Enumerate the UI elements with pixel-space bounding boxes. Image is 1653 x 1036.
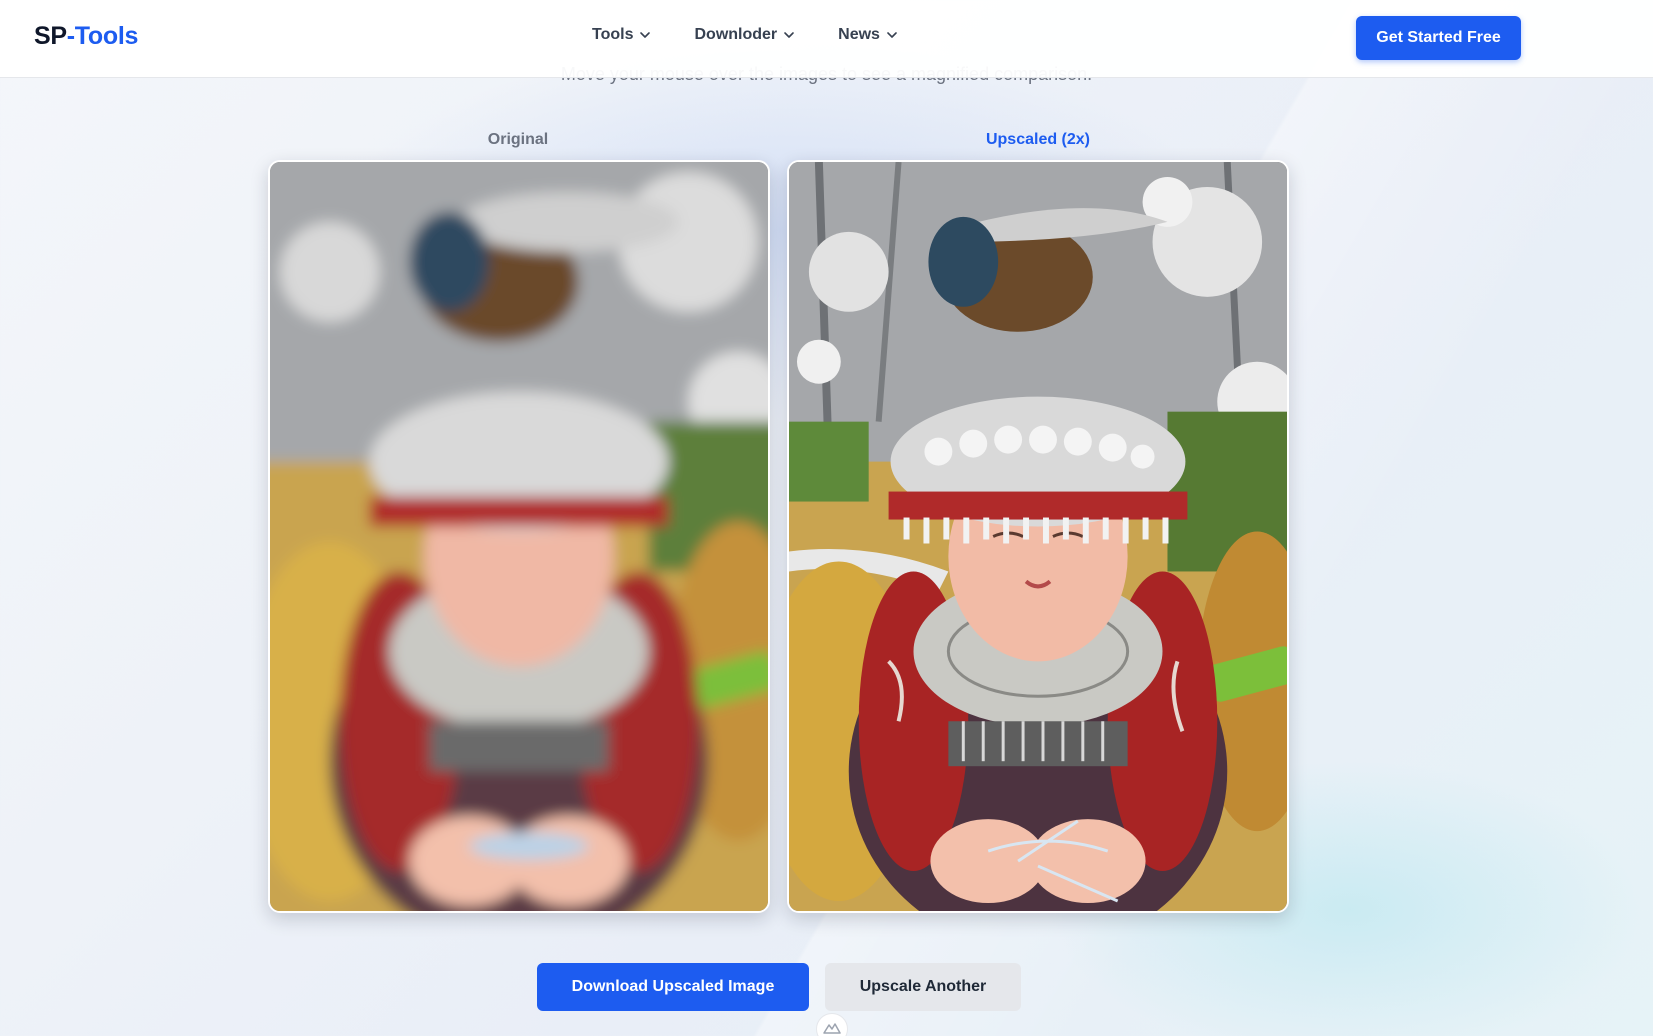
download-upscaled-button[interactable]: Download Upscaled Image [537, 963, 809, 1011]
main-nav: Tools Downloder News [592, 26, 941, 44]
upscale-another-button[interactable]: Upscale Another [825, 963, 1021, 1011]
mountain-icon [823, 1023, 841, 1034]
logo-prefix: SP [34, 22, 67, 50]
get-started-button[interactable]: Get Started Free [1356, 16, 1521, 60]
upscaled-image-graphic [789, 162, 1287, 911]
original-label: Original [487, 131, 549, 148]
site-header: SP-Tools Tools Downloder News Get Starte… [0, 0, 1653, 78]
nav-item-label: Downloder [694, 26, 778, 43]
site-logo[interactable]: SP-Tools [34, 22, 138, 51]
original-image[interactable] [268, 160, 770, 913]
chevron-down-icon [784, 32, 794, 38]
original-image-graphic [270, 162, 768, 911]
nav-item-downloder[interactable]: Downloder [694, 26, 796, 44]
nav-item-label: Tools [592, 26, 634, 43]
chevron-down-icon [640, 32, 651, 38]
logo-separator: - [66, 22, 75, 50]
nav-item-label: News [838, 26, 880, 43]
floating-badge[interactable] [816, 1013, 848, 1036]
upscaled-image[interactable] [787, 160, 1289, 913]
upscaled-label: Upscaled (2x) [985, 131, 1091, 148]
chevron-down-icon [887, 32, 897, 38]
logo-suffix: Tools [74, 22, 139, 50]
nav-item-news[interactable]: News [838, 26, 899, 44]
nav-item-tools[interactable]: Tools [592, 26, 652, 44]
